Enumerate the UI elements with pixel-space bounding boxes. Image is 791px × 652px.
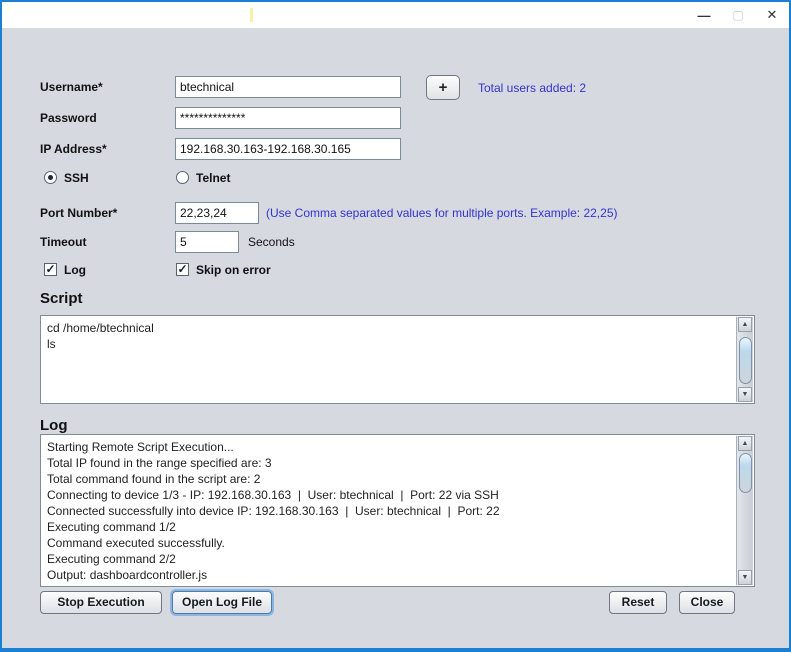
ip-address-label: IP Address*: [40, 142, 107, 156]
timeout-unit-label: Seconds: [248, 235, 295, 249]
scrollbar-thumb[interactable]: [739, 453, 752, 493]
username-label: Username*: [40, 80, 103, 94]
scroll-up-icon[interactable]: ▲: [738, 436, 752, 451]
skip-on-error-label: Skip on error: [196, 263, 271, 277]
total-users-text: Total users added: 2: [478, 81, 586, 95]
timeout-label: Timeout: [40, 235, 86, 249]
close-icon[interactable]: ✕: [755, 2, 789, 28]
radio-dot-icon: [48, 175, 53, 180]
telnet-radio-label: Telnet: [196, 171, 230, 185]
script-scrollbar[interactable]: ▲ ▼: [736, 317, 753, 402]
scroll-down-icon[interactable]: ▼: [738, 387, 752, 402]
password-input[interactable]: [175, 107, 401, 129]
ssh-radio[interactable]: [44, 171, 57, 184]
port-hint-text: (Use Comma separated values for multiple…: [266, 206, 618, 220]
port-number-input[interactable]: [175, 202, 259, 224]
telnet-radio[interactable]: [176, 171, 189, 184]
scroll-down-icon[interactable]: ▼: [738, 570, 752, 585]
log-checkbox[interactable]: ✓: [44, 263, 57, 276]
timeout-input[interactable]: [175, 231, 239, 253]
ip-address-input[interactable]: [175, 138, 401, 160]
stop-execution-button[interactable]: Stop Execution: [40, 591, 162, 614]
app-window: — ▢ ✕ Username* + Total users added: 2 P…: [0, 0, 791, 652]
minimize-icon[interactable]: —: [687, 2, 721, 28]
scroll-up-icon[interactable]: ▲: [738, 317, 752, 332]
log-heading: Log: [40, 417, 68, 434]
port-number-label: Port Number*: [40, 206, 117, 220]
scrollbar-thumb[interactable]: [739, 337, 752, 384]
ssh-radio-label: SSH: [64, 171, 89, 185]
add-user-button[interactable]: +: [426, 75, 460, 100]
log-text: Starting Remote Script Execution... Tota…: [47, 439, 732, 586]
skip-on-error-checkbox[interactable]: ✓: [176, 263, 189, 276]
open-log-file-button[interactable]: Open Log File: [172, 591, 272, 614]
titlebar: — ▢ ✕: [2, 2, 789, 28]
password-label: Password: [40, 111, 97, 125]
log-scrollbar[interactable]: ▲ ▼: [736, 436, 753, 585]
script-heading: Script: [40, 290, 83, 307]
dialog-content: Username* + Total users added: 2 Passwor…: [2, 28, 789, 648]
window-controls: — ▢ ✕: [687, 2, 789, 28]
reset-button[interactable]: Reset: [609, 591, 667, 614]
script-textarea[interactable]: cd /home/btechnical ls ▲ ▼: [40, 315, 755, 404]
log-checkbox-label: Log: [64, 263, 86, 277]
maximize-icon[interactable]: ▢: [721, 2, 755, 28]
script-text: cd /home/btechnical ls: [47, 320, 732, 403]
titlebar-cursor-artifact: [250, 8, 253, 22]
username-input[interactable]: [175, 76, 401, 98]
close-button[interactable]: Close: [679, 591, 735, 614]
log-textarea[interactable]: Starting Remote Script Execution... Tota…: [40, 434, 755, 587]
